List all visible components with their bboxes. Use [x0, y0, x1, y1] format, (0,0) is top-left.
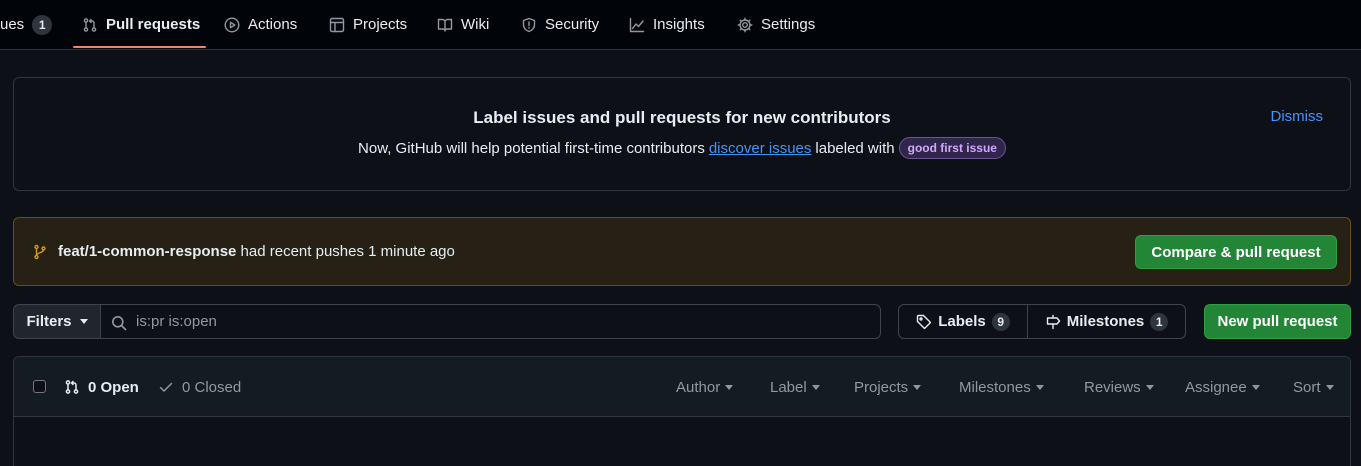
projects-filter[interactable]: Projects	[854, 357, 922, 417]
table-icon	[329, 17, 345, 32]
play-icon	[224, 16, 240, 33]
open-count: 0 Open	[88, 378, 139, 396]
pull-request-list: 0 Open 0 Closed Author Label Projects Mi…	[13, 356, 1351, 466]
tab-settings-label: Settings	[761, 16, 816, 33]
sort-filter[interactable]: Sort	[1293, 357, 1334, 417]
search-input[interactable]	[136, 305, 866, 338]
good-first-issue-label[interactable]: good first issue	[898, 137, 1006, 159]
milestones-filter[interactable]: Milestones	[959, 357, 1044, 417]
dismiss-button[interactable]: Dismiss	[1271, 108, 1324, 125]
labels-milestones-group: Labels 9 Milestones 1	[898, 304, 1186, 339]
shield-icon	[522, 17, 536, 32]
open-filter[interactable]: 0 Open	[64, 357, 139, 417]
label-filter-label: Label	[770, 378, 807, 396]
tab-wiki[interactable]: Wiki	[437, 0, 489, 49]
active-tab-underline	[73, 46, 206, 48]
recent-push-banner: feat/1-common-response had recent pushes…	[13, 217, 1351, 286]
banner-text: Now, GitHub will help potential first-ti…	[14, 137, 1350, 159]
select-all-checkbox[interactable]	[33, 380, 46, 393]
milestones-button[interactable]: Milestones 1	[1028, 305, 1185, 338]
gear-icon	[737, 17, 753, 32]
tab-pull-requests-label: Pull requests	[106, 16, 201, 33]
milestones-label: Milestones	[1066, 313, 1145, 330]
closed-count: 0 Closed	[182, 378, 242, 396]
milestones-count-badge: 1	[1150, 312, 1169, 331]
tab-issues[interactable]: ues 1	[0, 0, 53, 49]
closed-filter[interactable]: 0 Closed	[158, 357, 241, 417]
tab-projects[interactable]: Projects	[329, 0, 407, 49]
git-pull-request-icon	[83, 17, 97, 32]
git-pull-request-icon	[65, 380, 79, 394]
git-branch-icon	[34, 244, 46, 259]
author-filter-label: Author	[676, 378, 721, 396]
tab-security[interactable]: Security	[521, 0, 599, 49]
labels-label: Labels	[938, 313, 986, 330]
search-container	[100, 304, 881, 339]
banner-title: Label issues and pull requests for new c…	[473, 108, 891, 127]
author-filter[interactable]: Author	[676, 357, 734, 417]
filters-button[interactable]: Filters	[13, 304, 101, 339]
repo-nav: ues 1 Pull requests Actions Projects Wik…	[0, 0, 1361, 50]
compare-pull-request-button[interactable]: Compare & pull request	[1135, 235, 1337, 269]
tab-insights-label: Insights	[653, 16, 705, 33]
new-contributors-banner: Label issues and pull requests for new c…	[13, 77, 1351, 191]
reviews-filter-label: Reviews	[1084, 378, 1141, 396]
tab-issues-label: ues	[0, 16, 25, 33]
chevron-down-icon	[79, 319, 88, 324]
issues-count-badge: 1	[32, 14, 53, 35]
new-pull-request-button[interactable]: New pull request	[1204, 304, 1351, 339]
projects-filter-label: Projects	[854, 378, 909, 396]
label-filter[interactable]: Label	[770, 357, 820, 417]
chevron-down-icon	[1325, 384, 1334, 390]
tab-settings[interactable]: Settings	[737, 0, 815, 49]
milestones-filter-label: Milestones	[959, 378, 1031, 396]
labels-count-badge: 9	[991, 312, 1010, 331]
chevron-down-icon	[811, 384, 820, 390]
assignee-filter-label: Assignee	[1185, 378, 1247, 396]
book-icon	[437, 18, 453, 32]
tab-wiki-label: Wiki	[461, 16, 490, 33]
tab-projects-label: Projects	[353, 16, 408, 33]
banner-text-before: Now, GitHub will help potential first-ti…	[358, 139, 705, 157]
list-header: 0 Open 0 Closed Author Label Projects Mi…	[14, 357, 1350, 417]
push-time-text: had recent pushes 1 minute ago	[240, 243, 455, 260]
tab-pull-requests[interactable]: Pull requests	[82, 0, 200, 49]
chevron-down-icon	[1035, 384, 1044, 390]
graph-icon	[629, 17, 645, 32]
reviews-filter[interactable]: Reviews	[1084, 357, 1154, 417]
assignee-filter[interactable]: Assignee	[1185, 357, 1260, 417]
banner-text-after: labeled with	[815, 139, 895, 157]
filters-label: Filters	[26, 313, 72, 330]
chevron-down-icon	[1251, 384, 1260, 390]
tab-insights[interactable]: Insights	[629, 0, 705, 49]
tab-actions-label: Actions	[248, 16, 298, 33]
chevron-down-icon	[913, 384, 922, 390]
labels-button[interactable]: Labels 9	[899, 305, 1028, 338]
check-icon	[159, 382, 173, 392]
branch-name[interactable]: feat/1-common-response	[58, 243, 236, 260]
sort-filter-label: Sort	[1293, 378, 1321, 396]
tab-security-label: Security	[545, 16, 600, 33]
milestone-icon	[1046, 314, 1060, 329]
recent-push-message: feat/1-common-response had recent pushes…	[32, 218, 455, 285]
search-icon	[112, 316, 127, 331]
tag-icon	[917, 314, 932, 329]
tab-actions[interactable]: Actions	[224, 0, 297, 49]
chevron-down-icon	[725, 384, 734, 390]
chevron-down-icon	[1145, 384, 1154, 390]
discover-issues-link[interactable]: discover issues	[709, 140, 812, 157]
